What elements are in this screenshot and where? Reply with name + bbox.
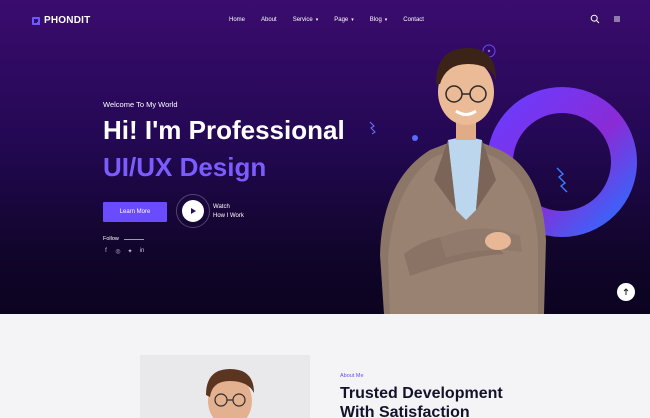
nav-item-contact[interactable]: Contact [403, 17, 424, 23]
facebook-icon[interactable]: f [103, 248, 109, 255]
follow-text: Follow [103, 236, 119, 242]
logo[interactable]: PHONDIT [32, 15, 90, 26]
social-links: f ◎ ✦ in [103, 248, 145, 255]
nav-item-label: About [261, 17, 277, 23]
watch-line-2: How I Work [213, 213, 244, 219]
learn-more-button[interactable]: Learn More [103, 202, 167, 222]
chevron-down-icon: ▾ [315, 17, 319, 23]
hero-title: Hi! I'm Professional [103, 115, 345, 145]
logo-text: PHONDIT [44, 15, 91, 26]
twitter-icon[interactable]: ✦ [127, 248, 133, 255]
nav-item-label: Service [292, 17, 313, 23]
nav-item-label: Blog [369, 17, 382, 23]
nav-item-label: Page [334, 17, 349, 23]
nav-icons [590, 14, 622, 24]
hero-subtitle: UI/UX Design [103, 152, 267, 182]
about-portrait-image [140, 355, 310, 418]
menu-icon[interactable] [612, 14, 622, 24]
scroll-to-top-button[interactable] [617, 283, 635, 301]
nav-item-page[interactable]: Page ▾ [334, 17, 354, 23]
linkedin-icon[interactable]: in [139, 248, 145, 255]
nav-item-label: Home [229, 17, 246, 23]
follow-divider [123, 238, 144, 240]
watch-text[interactable]: Watch How I Work [213, 203, 244, 221]
nav-item-blog[interactable]: Blog ▾ [370, 17, 388, 23]
chevron-down-icon: ▾ [384, 17, 388, 23]
watch-line-1: Watch [213, 204, 230, 210]
about-title-line-2: With Satisfaction [340, 404, 470, 418]
hero-greeting: Welcome To My World [103, 100, 178, 109]
nav-item-home[interactable]: Home [229, 17, 245, 23]
play-icon [182, 200, 204, 222]
hero-portrait-image [380, 48, 546, 314]
follow-label: Follow [103, 236, 144, 242]
logo-icon [32, 16, 40, 25]
play-video-button[interactable] [176, 194, 210, 228]
instagram-icon[interactable]: ◎ [115, 248, 121, 255]
search-icon[interactable] [590, 14, 600, 24]
nav-item-label: Contact [403, 17, 424, 23]
hero-section: PHONDIT Home About Service ▾ Page ▾ Blog ▾ … [0, 0, 650, 314]
nav-item-service[interactable]: Service ▾ [293, 17, 319, 23]
chevron-down-icon: ▾ [351, 17, 354, 23]
arrow-up-icon [623, 288, 629, 295]
navbar: PHONDIT Home About Service ▾ Page ▾ Blog ▾ … [0, 0, 650, 42]
about-label: About Me [340, 373, 364, 379]
nav-menu: Home About Service ▾ Page ▾ Blog ▾ Contact [229, 17, 440, 23]
nav-item-about[interactable]: About [261, 17, 277, 23]
about-image-card [140, 355, 310, 418]
about-title: Trusted Development With Satisfaction [340, 384, 560, 418]
about-title-line-1: Trusted Development [340, 385, 503, 402]
